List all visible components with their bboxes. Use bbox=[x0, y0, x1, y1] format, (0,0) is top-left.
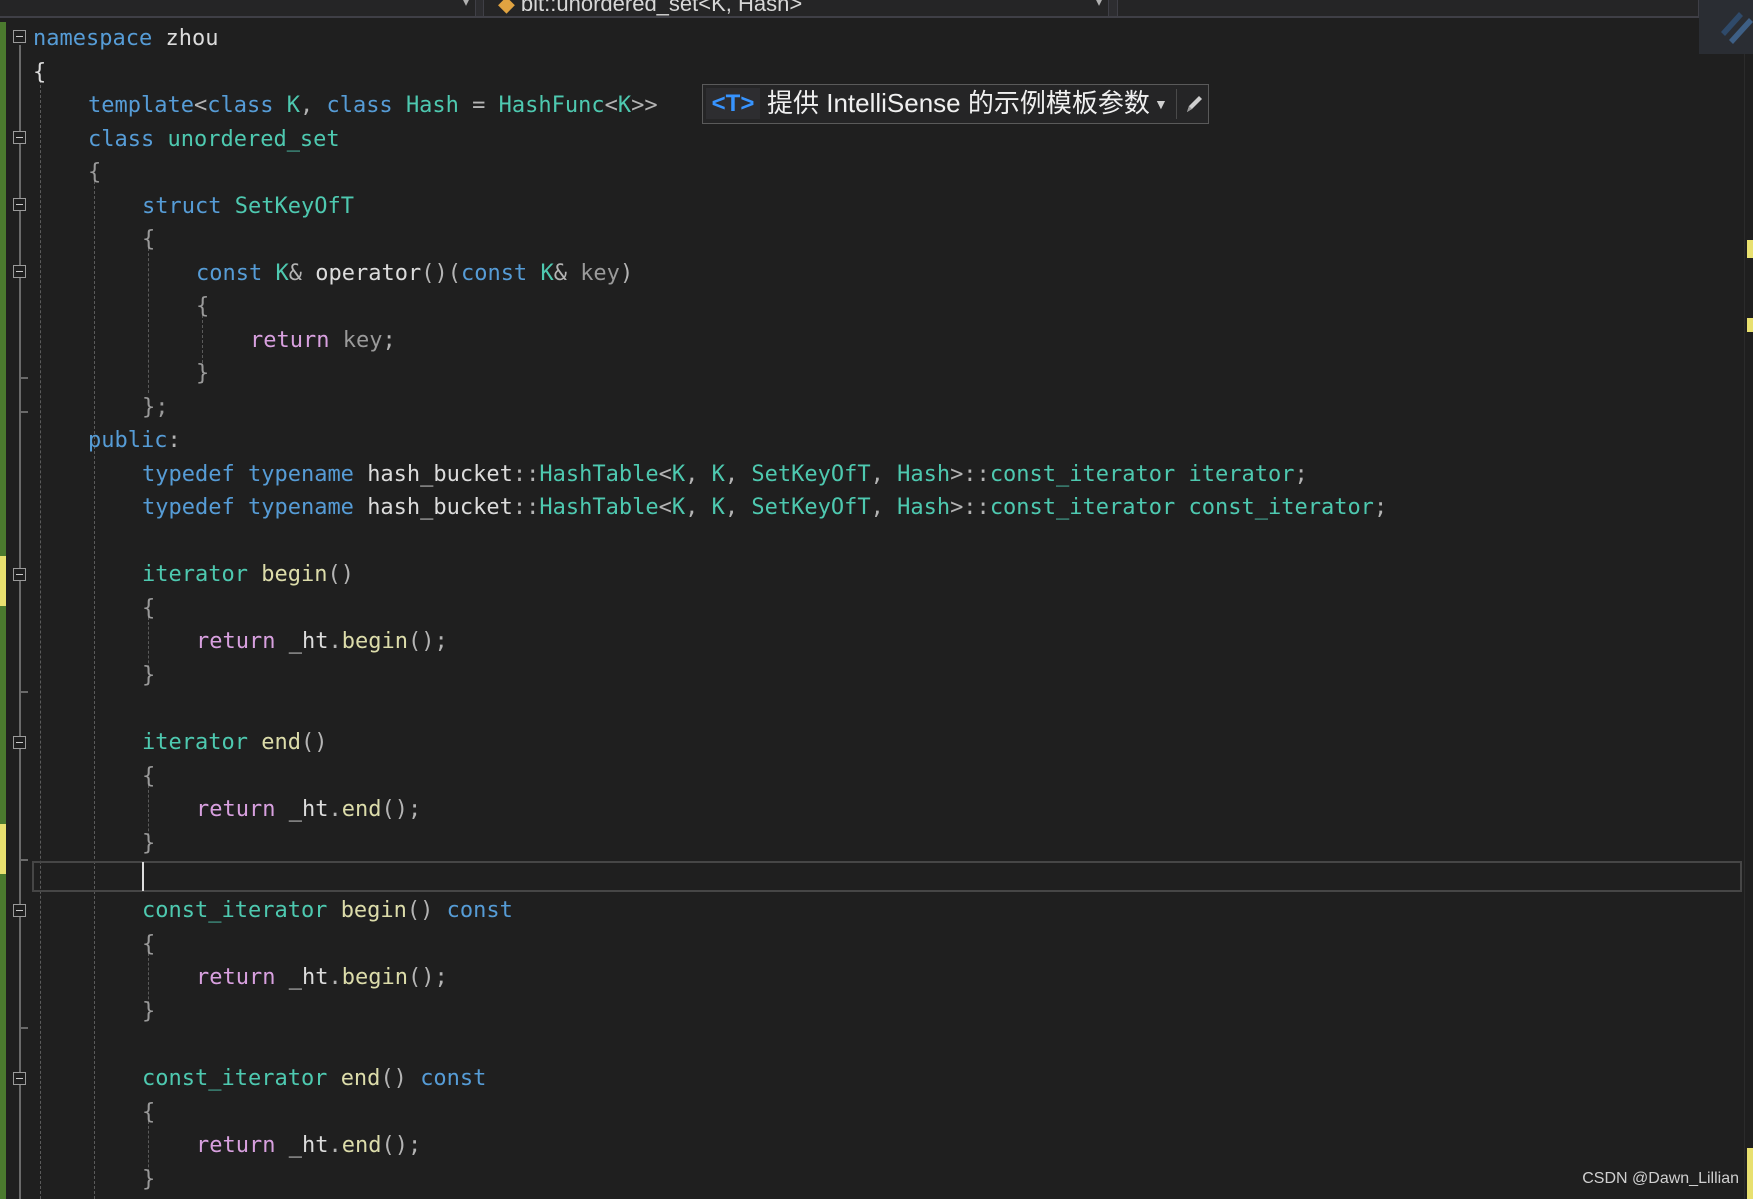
collapse-icon[interactable] bbox=[13, 198, 26, 211]
collapse-icon[interactable] bbox=[13, 131, 26, 144]
code-line: { bbox=[88, 160, 102, 185]
code-line: { bbox=[142, 227, 156, 252]
class-icon: ◆ bbox=[498, 0, 515, 16]
code-line: typedef typename hash_bucket::HashTable<… bbox=[142, 495, 1388, 520]
indent-guide bbox=[94, 181, 95, 1199]
change-indicator bbox=[0, 824, 6, 874]
code-line: const_iterator end() const bbox=[142, 1066, 487, 1091]
code-line: const_iterator begin() const bbox=[142, 898, 513, 923]
code-line: { bbox=[142, 1099, 156, 1125]
indent-guide bbox=[148, 248, 149, 393]
edit-pencil-icon[interactable] bbox=[1183, 91, 1205, 117]
code-line: { bbox=[142, 763, 156, 789]
code-line: struct SetKeyOfT bbox=[142, 193, 354, 219]
change-indicator bbox=[0, 606, 6, 838]
collapse-icon[interactable] bbox=[13, 30, 26, 43]
code-line: { bbox=[196, 294, 210, 319]
code-line: { bbox=[142, 931, 156, 957]
collapse-icon[interactable] bbox=[13, 904, 26, 917]
code-line: } bbox=[142, 1166, 156, 1192]
outline-line bbox=[19, 45, 21, 1199]
outline-end-tick bbox=[19, 377, 28, 379]
code-line: iterator begin() bbox=[142, 562, 354, 587]
scrollbar-change-marker bbox=[1747, 1148, 1753, 1199]
chevron-down-icon: ▾ bbox=[462, 0, 469, 9]
chevron-down-icon[interactable]: ▼ bbox=[1154, 90, 1168, 118]
hint-separator bbox=[1176, 89, 1177, 119]
template-tag-icon: <T> bbox=[706, 88, 760, 119]
collapse-icon[interactable] bbox=[13, 736, 26, 749]
code-line: template<class K, class Hash = HashFunc<… bbox=[88, 93, 658, 118]
code-line: } bbox=[196, 361, 210, 386]
code-line: return _ht.begin(); bbox=[196, 965, 448, 990]
code-line: return _ht.begin(); bbox=[196, 629, 448, 654]
navigation-bar: ▾ ◆ bit::unordered_set<K, Hash> ▾ bbox=[0, 0, 1753, 18]
code-line: return key; bbox=[250, 327, 396, 353]
hint-label: 提供 IntelliSense 的示例模板参数 bbox=[767, 88, 1150, 118]
editor-corner-icon bbox=[1699, 0, 1753, 54]
outline-end-tick bbox=[19, 859, 28, 861]
code-line: { bbox=[142, 595, 156, 621]
function-dropdown[interactable] bbox=[1117, 0, 1699, 16]
code-line: const K& operator()(const K& key) bbox=[196, 260, 634, 286]
code-line: return _ht.end(); bbox=[196, 1133, 422, 1158]
change-indicator bbox=[0, 22, 6, 556]
code-line: } bbox=[142, 998, 156, 1024]
indent-guide bbox=[40, 80, 41, 1199]
text-caret bbox=[142, 862, 144, 891]
code-line: class unordered_set bbox=[88, 126, 340, 152]
code-line: namespace zhou bbox=[33, 26, 219, 51]
editor-window: ▾ ◆ bit::unordered_set<K, Hash> ▾ namesp… bbox=[0, 0, 1753, 1199]
editor-gutter bbox=[0, 18, 32, 1199]
code-line: } bbox=[142, 662, 156, 688]
collapse-icon[interactable] bbox=[13, 1072, 26, 1085]
code-line: typedef typename hash_bucket::HashTable<… bbox=[142, 461, 1308, 487]
scope-dropdown[interactable]: ▾ bbox=[0, 0, 476, 16]
code-line: return _ht.end(); bbox=[196, 797, 422, 822]
member-dropdown-label: bit::unordered_set<K, Hash> bbox=[520, 0, 803, 16]
code-line: public: bbox=[88, 428, 181, 453]
outline-end-tick bbox=[19, 411, 28, 413]
watermark: CSDN @Dawn_Lillian bbox=[1582, 1170, 1739, 1187]
scrollbar-change-marker bbox=[1747, 318, 1753, 332]
outline-end-tick bbox=[19, 691, 28, 693]
vertical-scrollbar[interactable] bbox=[1744, 18, 1753, 1199]
intellisense-template-hint[interactable]: <T> 提供 IntelliSense 的示例模板参数 ▼ bbox=[702, 84, 1209, 124]
code-line: iterator end() bbox=[142, 730, 328, 755]
outline-end-tick bbox=[19, 1027, 28, 1029]
code-line: }; bbox=[142, 394, 169, 420]
code-line: { bbox=[33, 59, 47, 85]
code-line: } bbox=[142, 830, 156, 856]
chevron-down-icon: ▾ bbox=[1095, 0, 1102, 9]
collapse-icon[interactable] bbox=[13, 265, 26, 278]
collapse-icon[interactable] bbox=[13, 568, 26, 581]
current-line-highlight bbox=[32, 861, 1742, 892]
member-dropdown[interactable]: ◆ bit::unordered_set<K, Hash> ▾ bbox=[483, 0, 1109, 16]
scrollbar-change-marker bbox=[1747, 240, 1753, 258]
change-indicator bbox=[0, 556, 6, 606]
change-indicator bbox=[0, 874, 6, 1199]
